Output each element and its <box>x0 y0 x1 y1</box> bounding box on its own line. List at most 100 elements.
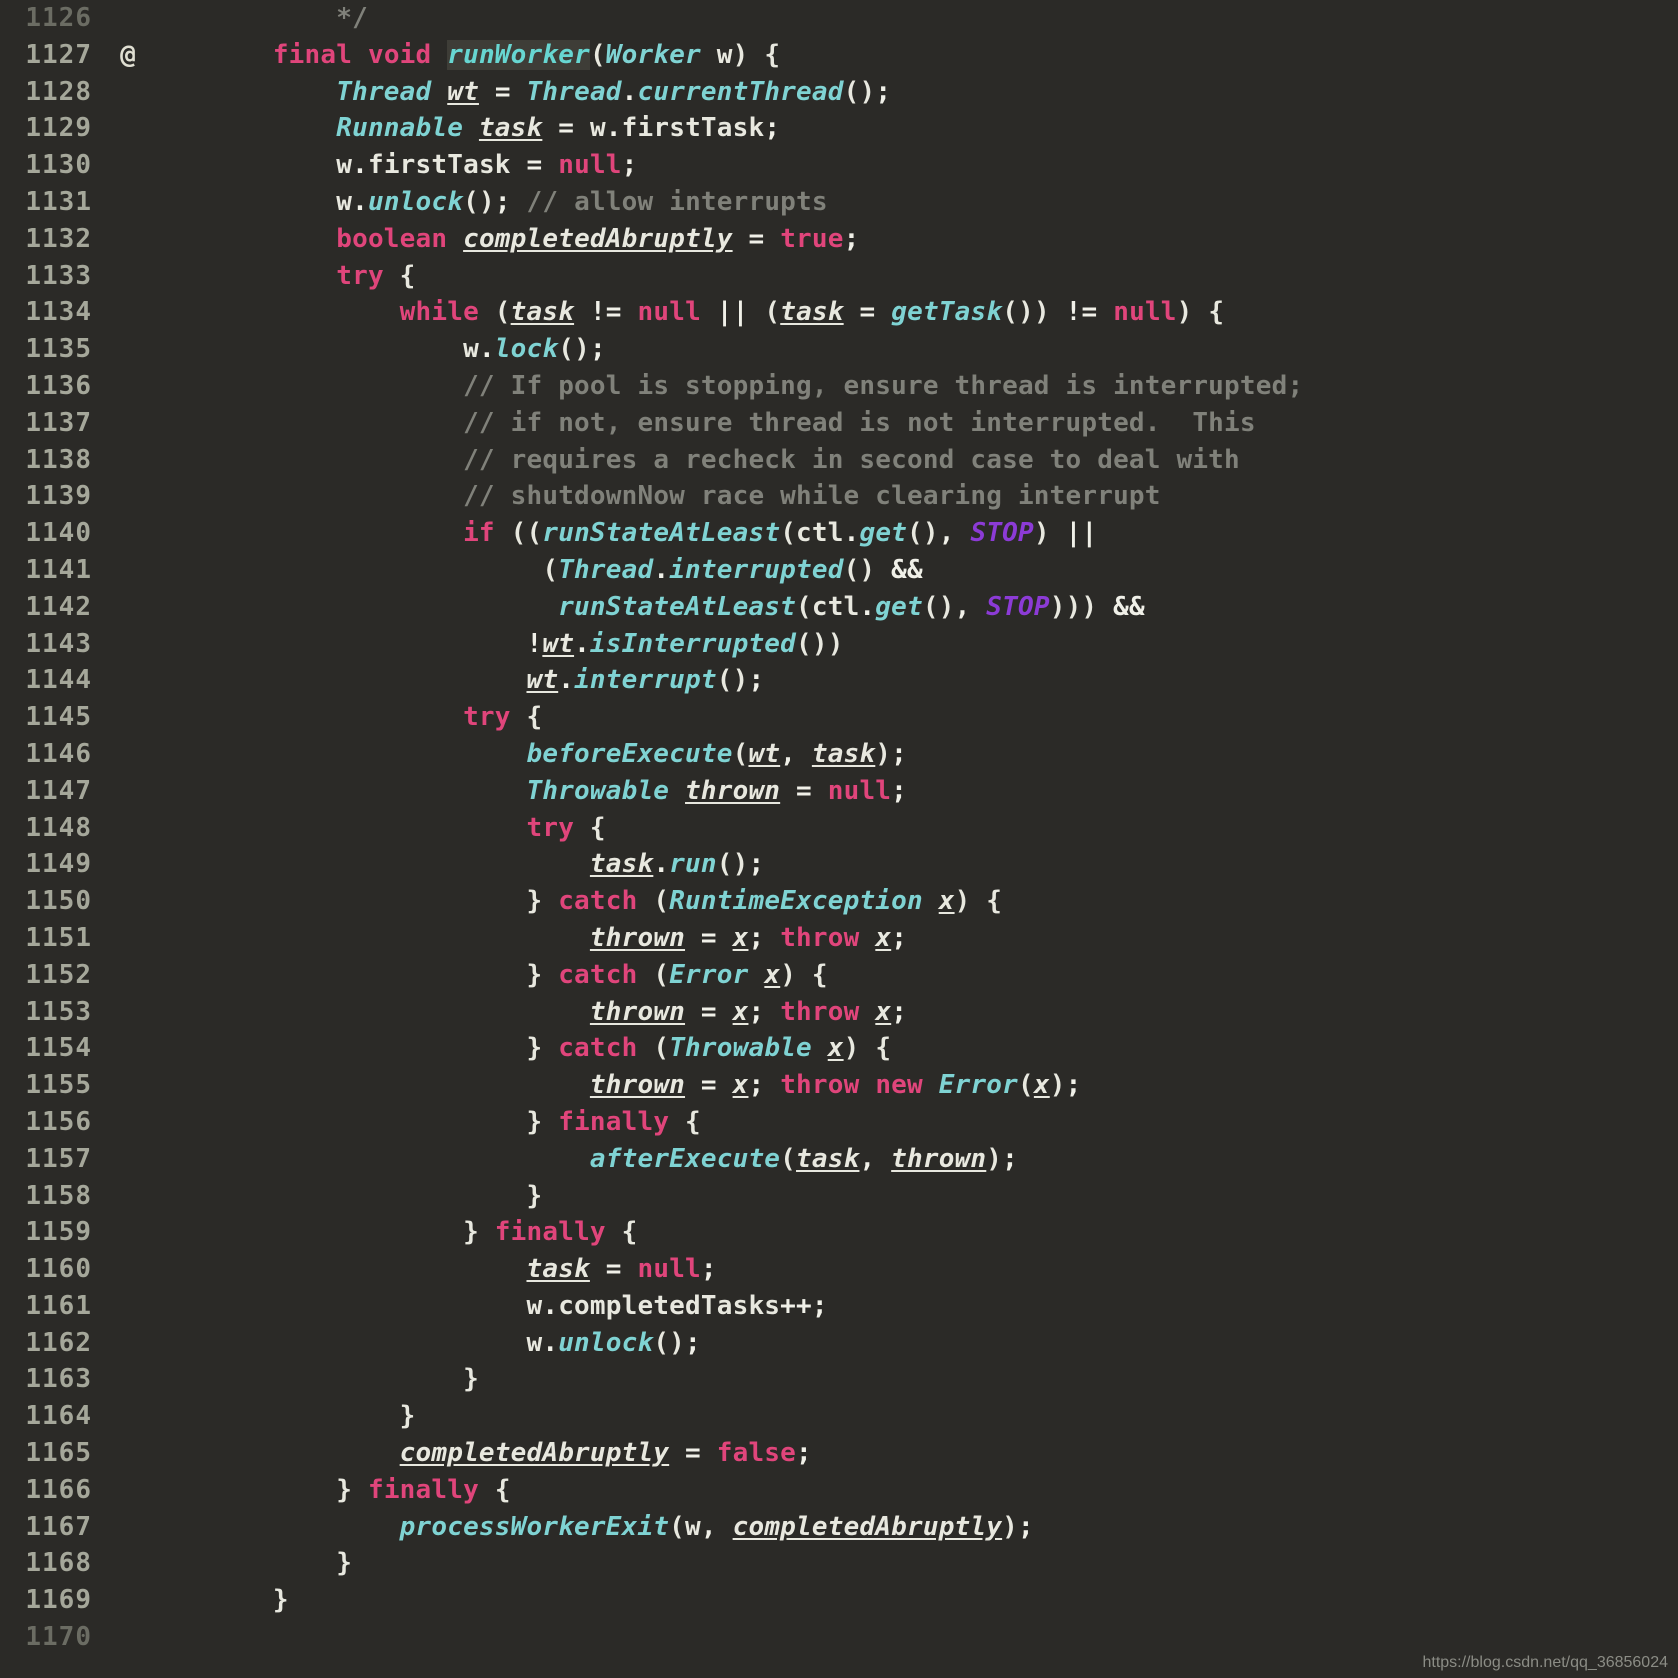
code-line[interactable]: Runnable task = w.firstTask; <box>146 110 1678 147</box>
line-number[interactable]: 1129 <box>0 110 110 147</box>
code-line[interactable]: // if not, ensure thread is not interrup… <box>146 405 1678 442</box>
code-line[interactable]: } catch (Error x) { <box>146 957 1678 994</box>
line-number[interactable]: 1152 <box>0 957 110 994</box>
gutter-mark <box>110 920 146 957</box>
line-number[interactable]: 1150 <box>0 883 110 920</box>
line-number[interactable]: 1169 <box>0 1582 110 1619</box>
code-line[interactable]: processWorkerExit(w, completedAbruptly); <box>146 1509 1678 1546</box>
line-number[interactable]: 1149 <box>0 846 110 883</box>
code-area[interactable]: */ final void runWorker(Worker w) { Thre… <box>146 0 1678 1678</box>
code-line[interactable]: if ((runStateAtLeast(ctl.get(), STOP) || <box>146 515 1678 552</box>
gutter-mark <box>110 1509 146 1546</box>
line-number[interactable]: 1148 <box>0 810 110 847</box>
code-line[interactable]: thrown = x; throw new Error(x); <box>146 1067 1678 1104</box>
line-number[interactable]: 1151 <box>0 920 110 957</box>
code-line[interactable]: try { <box>146 258 1678 295</box>
code-line[interactable]: } catch (Throwable x) { <box>146 1030 1678 1067</box>
line-number[interactable]: 1133 <box>0 258 110 295</box>
code-line[interactable]: Thread wt = Thread.currentThread(); <box>146 74 1678 111</box>
gutter-mark <box>110 773 146 810</box>
code-line[interactable]: } finally { <box>146 1104 1678 1141</box>
code-line[interactable]: try { <box>146 810 1678 847</box>
line-number[interactable]: 1141 <box>0 552 110 589</box>
line-number[interactable]: 1162 <box>0 1325 110 1362</box>
line-number[interactable]: 1145 <box>0 699 110 736</box>
line-number[interactable]: 1138 <box>0 442 110 479</box>
code-line[interactable]: task.run(); <box>146 846 1678 883</box>
line-number[interactable]: 1143 <box>0 626 110 663</box>
code-line[interactable]: task = null; <box>146 1251 1678 1288</box>
code-line[interactable]: } finally { <box>146 1214 1678 1251</box>
line-number[interactable]: 1130 <box>0 147 110 184</box>
code-line[interactable]: thrown = x; throw x; <box>146 920 1678 957</box>
code-line[interactable]: thrown = x; throw x; <box>146 994 1678 1031</box>
code-line[interactable]: w.unlock(); // allow interrupts <box>146 184 1678 221</box>
line-number[interactable]: 1154 <box>0 1030 110 1067</box>
line-number[interactable]: 1127 <box>0 37 110 74</box>
line-number[interactable]: 1136 <box>0 368 110 405</box>
code-line[interactable]: afterExecute(task, thrown); <box>146 1141 1678 1178</box>
code-line[interactable]: wt.interrupt(); <box>146 662 1678 699</box>
code-line[interactable]: // requires a recheck in second case to … <box>146 442 1678 479</box>
line-number[interactable]: 1140 <box>0 515 110 552</box>
code-line[interactable]: !wt.isInterrupted()) <box>146 626 1678 663</box>
code-line[interactable]: // shutdownNow race while clearing inter… <box>146 478 1678 515</box>
gutter[interactable]: 1126112711281129113011311132113311341135… <box>0 0 110 1678</box>
line-number[interactable]: 1126 <box>0 0 110 37</box>
line-number[interactable]: 1139 <box>0 478 110 515</box>
code-line[interactable]: w.firstTask = null; <box>146 147 1678 184</box>
code-line[interactable]: (Thread.interrupted() && <box>146 552 1678 589</box>
code-line[interactable]: } finally { <box>146 1472 1678 1509</box>
line-number[interactable]: 1155 <box>0 1067 110 1104</box>
line-number[interactable]: 1158 <box>0 1178 110 1215</box>
line-number[interactable]: 1142 <box>0 589 110 626</box>
code-line[interactable]: } <box>146 1361 1678 1398</box>
code-line[interactable]: w.unlock(); <box>146 1325 1678 1362</box>
line-number[interactable]: 1166 <box>0 1472 110 1509</box>
line-number[interactable]: 1161 <box>0 1288 110 1325</box>
code-line[interactable]: while (task != null || (task = getTask()… <box>146 294 1678 331</box>
code-line[interactable]: completedAbruptly = false; <box>146 1435 1678 1472</box>
code-editor[interactable]: 1126112711281129113011311132113311341135… <box>0 0 1678 1678</box>
code-line[interactable]: } catch (RuntimeException x) { <box>146 883 1678 920</box>
line-number[interactable]: 1137 <box>0 405 110 442</box>
line-number[interactable]: 1128 <box>0 74 110 111</box>
line-number[interactable]: 1147 <box>0 773 110 810</box>
code-line[interactable]: */ <box>146 0 1678 37</box>
gutter-mark <box>110 331 146 368</box>
code-line[interactable]: w.completedTasks++; <box>146 1288 1678 1325</box>
line-number[interactable]: 1163 <box>0 1361 110 1398</box>
gutter-mark <box>110 368 146 405</box>
line-number[interactable]: 1134 <box>0 294 110 331</box>
line-number[interactable]: 1170 <box>0 1619 110 1656</box>
code-line[interactable]: beforeExecute(wt, task); <box>146 736 1678 773</box>
line-number[interactable]: 1159 <box>0 1214 110 1251</box>
gutter-mark <box>110 1067 146 1104</box>
line-number[interactable]: 1135 <box>0 331 110 368</box>
code-line[interactable]: runStateAtLeast(ctl.get(), STOP))) && <box>146 589 1678 626</box>
line-number[interactable]: 1168 <box>0 1545 110 1582</box>
line-number[interactable]: 1156 <box>0 1104 110 1141</box>
code-line[interactable]: } <box>146 1582 1678 1619</box>
line-number[interactable]: 1160 <box>0 1251 110 1288</box>
code-line[interactable]: Throwable thrown = null; <box>146 773 1678 810</box>
line-number[interactable]: 1153 <box>0 994 110 1031</box>
line-number[interactable]: 1157 <box>0 1141 110 1178</box>
code-line[interactable]: // If pool is stopping, ensure thread is… <box>146 368 1678 405</box>
code-line[interactable]: } <box>146 1178 1678 1215</box>
line-number[interactable]: 1146 <box>0 736 110 773</box>
code-line[interactable]: } <box>146 1545 1678 1582</box>
watermark: https://blog.csdn.net/qq_36856024 <box>1422 1654 1668 1672</box>
code-line[interactable]: } <box>146 1398 1678 1435</box>
code-line[interactable]: w.lock(); <box>146 331 1678 368</box>
line-number[interactable]: 1165 <box>0 1435 110 1472</box>
line-number[interactable]: 1167 <box>0 1509 110 1546</box>
line-number[interactable]: 1164 <box>0 1398 110 1435</box>
line-number[interactable]: 1144 <box>0 662 110 699</box>
line-number[interactable]: 1132 <box>0 221 110 258</box>
code-line[interactable]: try { <box>146 699 1678 736</box>
line-number[interactable]: 1131 <box>0 184 110 221</box>
code-line[interactable]: boolean completedAbruptly = true; <box>146 221 1678 258</box>
code-line[interactable] <box>146 1619 1678 1656</box>
code-line[interactable]: final void runWorker(Worker w) { <box>146 37 1678 74</box>
